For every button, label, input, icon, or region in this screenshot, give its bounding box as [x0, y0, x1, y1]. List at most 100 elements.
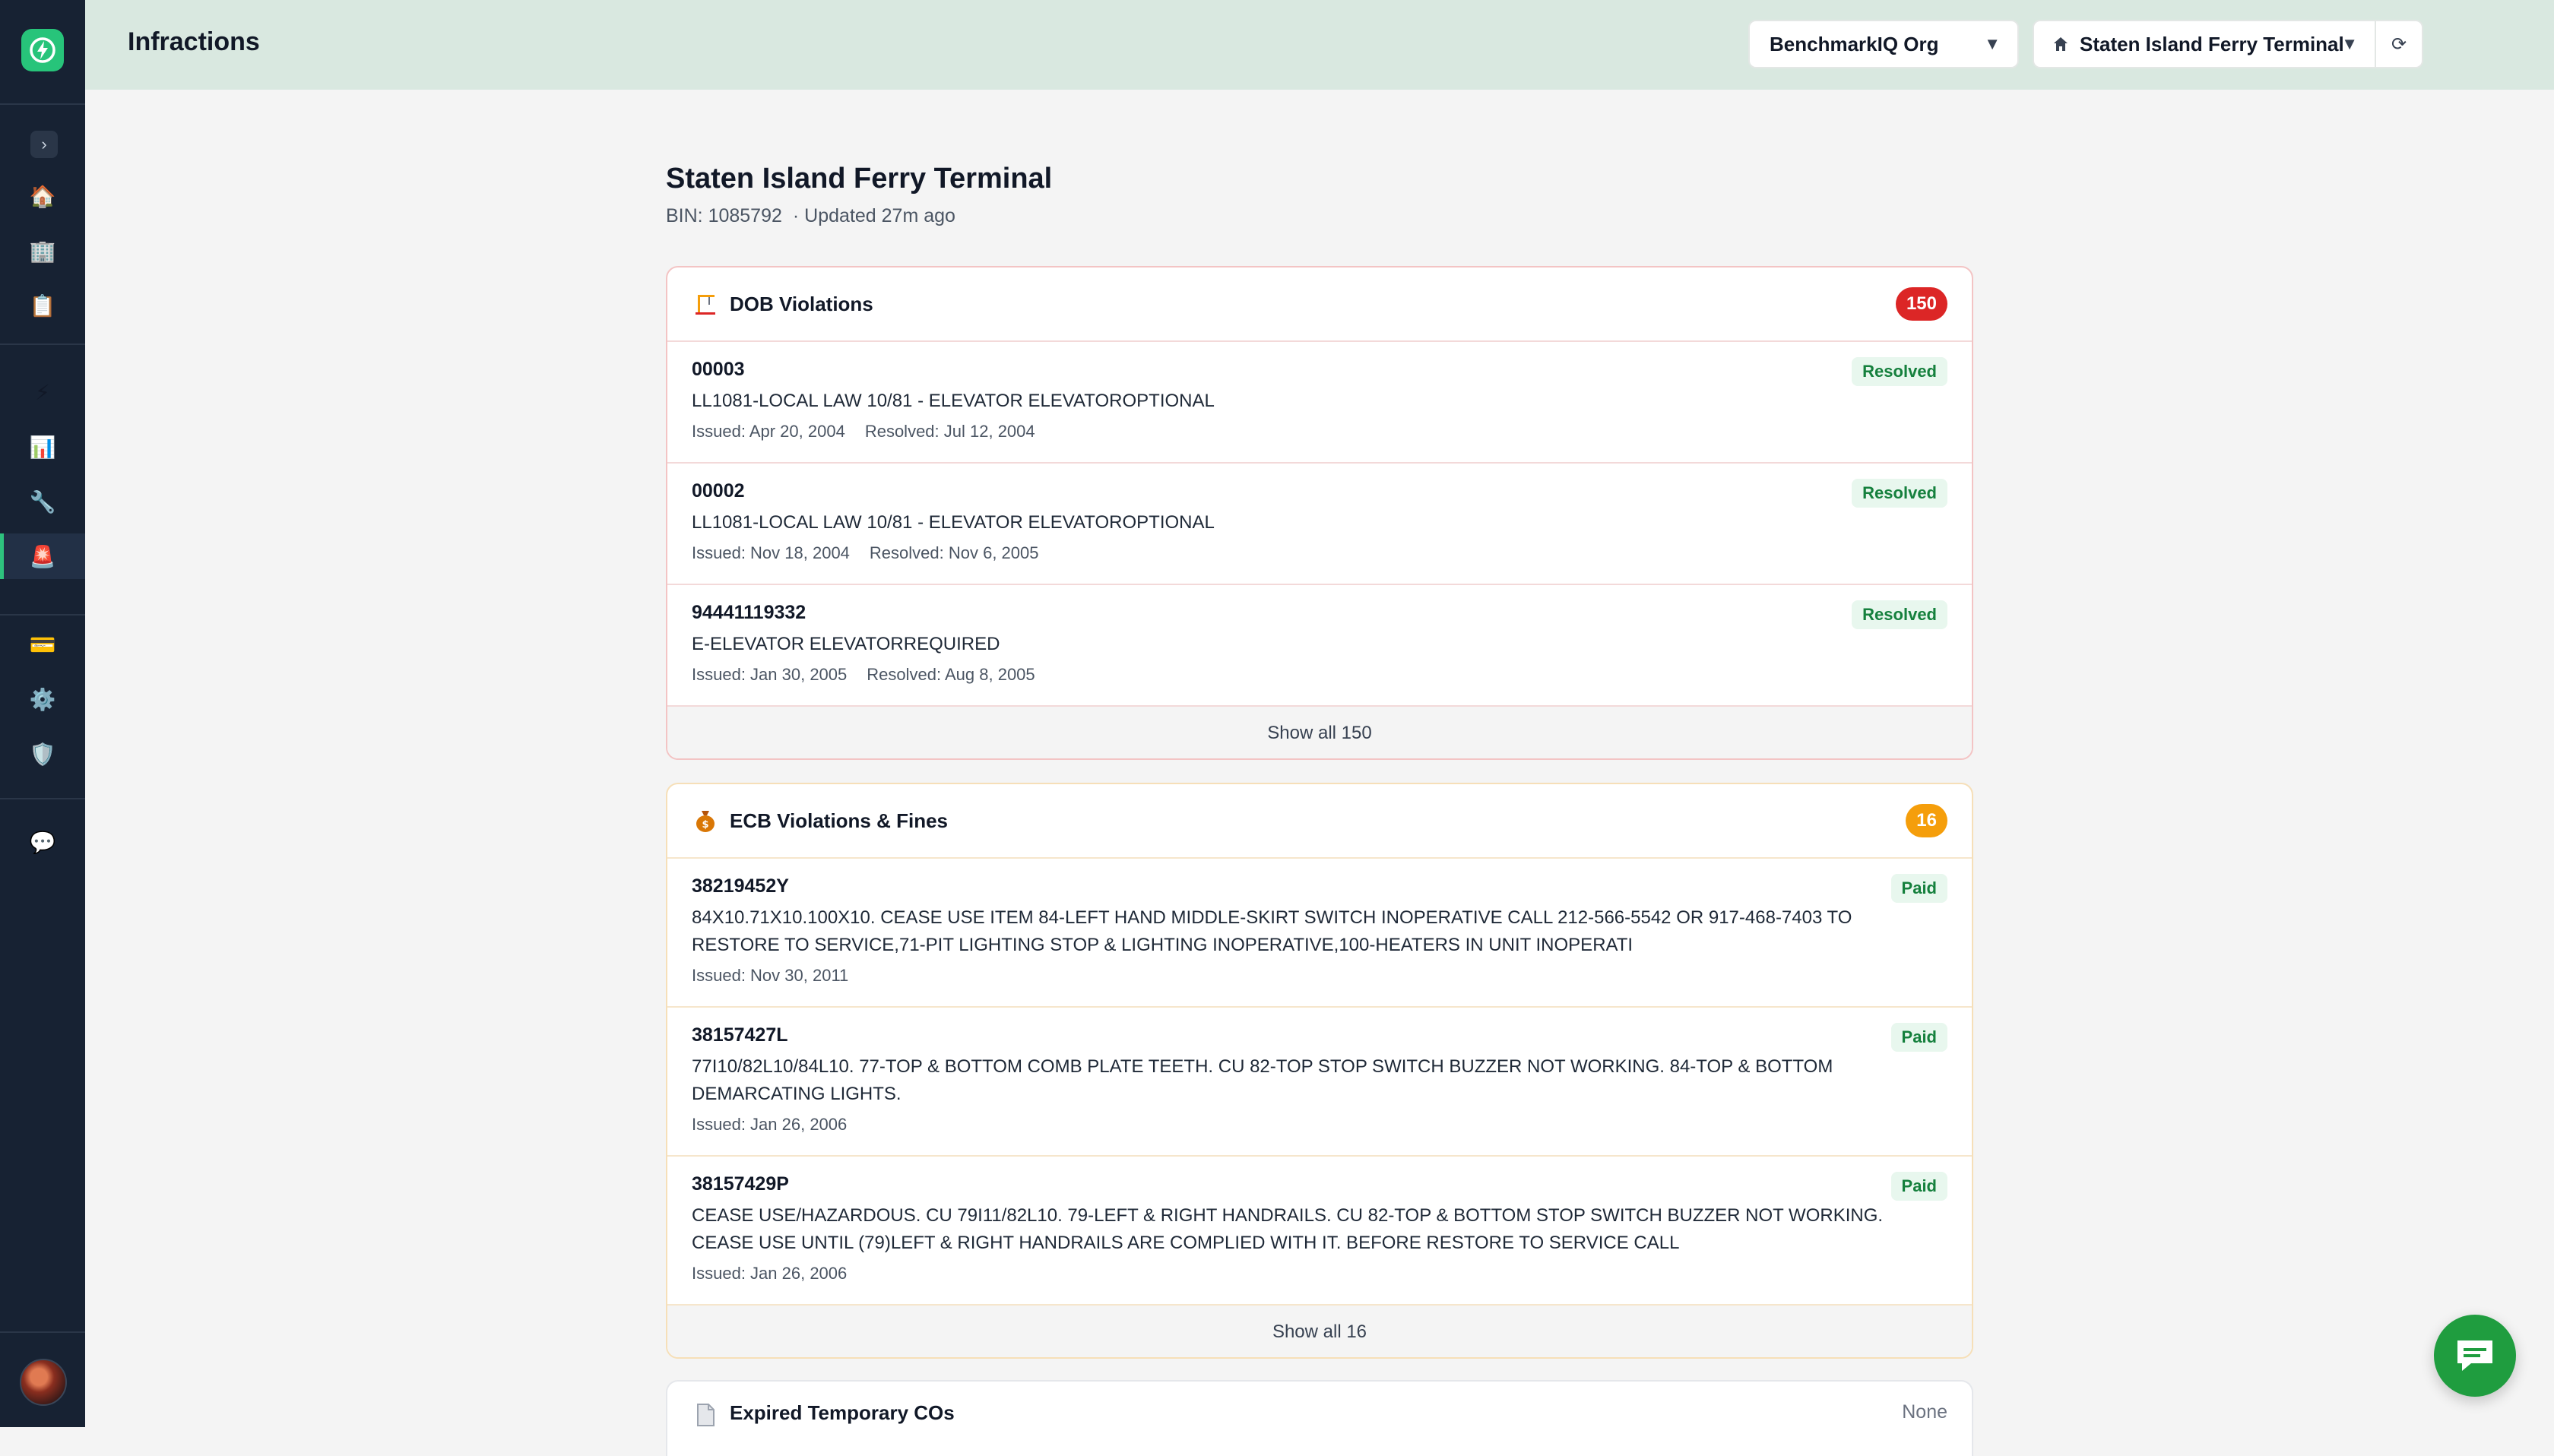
issued-date: Issued: Nov 30, 2011 — [692, 966, 849, 985]
building-name: Staten Island Ferry Terminal — [666, 163, 1053, 195]
org-select[interactable]: BenchmarkIQ Org ▼ — [1748, 20, 2019, 68]
site-select-value: Staten Island Ferry Terminal — [2080, 32, 2344, 55]
expired-tco-header[interactable]: Expired Temporary COs None — [667, 1382, 1972, 1456]
show-all-ecb-button[interactable]: Show all 16 — [667, 1306, 1972, 1357]
sidebar-divider — [0, 103, 85, 105]
sidebar-divider — [0, 798, 85, 799]
ecb-violations-title: ECB Violations & Fines — [730, 809, 949, 832]
sidebar: › 🏠 🏢 📋 ⚡ 📊 🔧 🚨 💳 ⚙️ 🛡️ 💬 — [0, 0, 85, 1427]
violation-dates: Issued: Jan 30, 2005 Resolved: Aug 8, 200… — [692, 663, 1947, 687]
sidebar-item-security[interactable]: 🛡️ — [0, 731, 85, 777]
page-title: Infractions — [128, 27, 260, 56]
issued-date: Issued: Apr 20, 2004 — [692, 422, 845, 441]
expired-tco-status: None — [1902, 1401, 1947, 1423]
violation-description: LL1081-LOCAL LAW 10/81 - ELEVATOR ELEVAT… — [692, 512, 1215, 533]
ecb-violations-card: $ ECB Violations & Fines 16 38219452Y 84… — [666, 783, 1973, 1359]
sidebar-item-energy[interactable]: ⚡ — [0, 369, 85, 415]
sidebar-divider — [0, 343, 85, 345]
sidebar-item-infractions[interactable]: 🚨 — [0, 533, 85, 579]
violation-row[interactable]: 94441119332 E-ELEVATOR ELEVATORREQUIRED … — [667, 585, 1972, 707]
support-chat-button[interactable] — [2434, 1315, 2516, 1397]
violation-row[interactable]: 38219452Y 84X10.71X10.100X10. CEASE USE … — [667, 859, 1972, 1008]
refresh-icon: ⟳ — [2391, 33, 2407, 55]
violation-id: 38157429P — [692, 1173, 789, 1195]
sidebar-item-billing[interactable]: 💳 — [0, 622, 85, 667]
status-badge: Resolved — [1852, 479, 1947, 508]
sidebar-item-maintenance[interactable]: 🔧 — [0, 479, 85, 524]
violation-id: 00002 — [692, 480, 745, 502]
infractions-icon: 🚨 — [29, 544, 56, 568]
violation-row[interactable]: 38157427L 77I10/82L10/84L10. 77-TOP & BO… — [667, 1008, 1972, 1157]
status-badge: Resolved — [1852, 600, 1947, 629]
refresh-button[interactable]: ⟳ — [2375, 20, 2423, 68]
settings-icon: ⚙️ — [29, 687, 56, 711]
dob-count-badge: 150 — [1895, 287, 1947, 321]
tools-icon: 🔧 — [29, 489, 56, 514]
resolved-date: Resolved: Jul 12, 2004 — [864, 422, 1035, 441]
chat-bubble-icon — [2457, 1340, 2492, 1371]
violation-description: LL1081-LOCAL LAW 10/81 - ELEVATOR ELEVAT… — [692, 391, 1215, 411]
issued-date: Issued: Jan 30, 2005 — [692, 665, 848, 684]
document-icon — [692, 1401, 719, 1429]
chat-icon: 💬 — [29, 830, 56, 854]
violation-row[interactable]: 00003 LL1081-LOCAL LAW 10/81 - ELEVATOR … — [667, 342, 1972, 464]
status-badge: Resolved — [1852, 357, 1947, 386]
caret-down-icon: ▼ — [2341, 34, 2358, 53]
sidebar-divider — [0, 1331, 85, 1333]
violation-id: 38219452Y — [692, 875, 789, 897]
violation-id: 94441119332 — [692, 602, 806, 623]
building-bin: BIN: 1085792 — [666, 205, 782, 226]
violation-row[interactable]: 00002 LL1081-LOCAL LAW 10/81 - ELEVATOR … — [667, 464, 1972, 585]
building-meta: BIN: 1085792 · Updated 27m ago — [666, 205, 1973, 227]
issued-date: Issued: Jan 26, 2006 — [692, 1264, 848, 1283]
home-icon — [2054, 37, 2068, 51]
user-avatar[interactable] — [20, 1359, 67, 1406]
sidebar-item-settings[interactable]: ⚙️ — [0, 676, 85, 722]
org-select-value: BenchmarkIQ Org — [1770, 32, 1939, 55]
status-badge: Paid — [1890, 1023, 1947, 1052]
caret-down-icon: ▼ — [1984, 34, 2001, 53]
violation-dates: Issued: Nov 18, 2004 Resolved: Nov 6, 200… — [692, 541, 1947, 565]
ecb-count-badge: 16 — [1906, 804, 1947, 837]
sidebar-item-buildings[interactable]: 🏢 — [0, 228, 85, 274]
violation-dates: Issued: Nov 30, 2011 — [692, 964, 1947, 988]
home-icon: 🏠 — [29, 184, 56, 208]
buildings-icon: 🏢 — [29, 239, 56, 263]
clipboard-icon: 📋 — [29, 293, 56, 318]
violation-description: CEASE USE/HAZARDOUS. CU 79I11/82L10. 79-… — [692, 1205, 1884, 1253]
svg-text:$: $ — [702, 819, 708, 831]
app-logo[interactable] — [21, 29, 64, 71]
billing-icon: 💳 — [29, 632, 56, 657]
sidebar-expand-button[interactable]: › — [30, 131, 58, 158]
crane-icon — [692, 290, 719, 318]
sidebar-item-messages[interactable]: 💬 — [0, 819, 85, 865]
violation-dates: Issued: Jan 26, 2006 — [692, 1261, 1947, 1286]
sidebar-item-analytics[interactable]: 📊 — [0, 424, 85, 470]
violation-id: 38157427L — [692, 1024, 788, 1046]
money-bag-icon: $ — [692, 807, 719, 834]
expired-tco-card: Expired Temporary COs None — [666, 1380, 1973, 1456]
status-badge: Paid — [1890, 1172, 1947, 1201]
violation-dates: Issued: Jan 26, 2006 — [692, 1113, 1947, 1137]
ecb-violations-header[interactable]: $ ECB Violations & Fines 16 — [667, 784, 1972, 859]
site-select[interactable]: Staten Island Ferry Terminal ▼ — [2033, 20, 2376, 68]
dob-violations-header[interactable]: DOB Violations 150 — [667, 267, 1972, 342]
status-badge: Paid — [1890, 874, 1947, 903]
expired-tco-title: Expired Temporary COs — [730, 1401, 955, 1424]
violation-description: 77I10/82L10/84L10. 77-TOP & BOTTOM COMB … — [692, 1056, 1833, 1104]
resolved-date: Resolved: Aug 8, 2005 — [867, 665, 1035, 684]
show-all-dob-button[interactable]: Show all 150 — [667, 707, 1972, 758]
dob-violations-title: DOB Violations — [730, 292, 873, 315]
shield-icon: 🛡️ — [29, 742, 56, 766]
violation-description: E-ELEVATOR ELEVATORREQUIRED — [692, 634, 1000, 654]
sidebar-divider — [0, 614, 85, 616]
updated-time: · Updated 27m ago — [792, 205, 955, 226]
issued-date: Issued: Jan 26, 2006 — [692, 1115, 848, 1134]
violation-dates: Issued: Apr 20, 2004 Resolved: Jul 12, 20… — [692, 419, 1947, 444]
bolt-logo-icon — [30, 37, 55, 63]
violation-row[interactable]: 38157429P CEASE USE/HAZARDOUS. CU 79I11/… — [667, 1157, 1972, 1306]
analytics-icon: 📊 — [29, 435, 56, 459]
sidebar-item-reports[interactable]: 📋 — [0, 283, 85, 328]
violation-id: 00003 — [692, 359, 745, 380]
sidebar-item-home[interactable]: 🏠 — [0, 173, 85, 219]
